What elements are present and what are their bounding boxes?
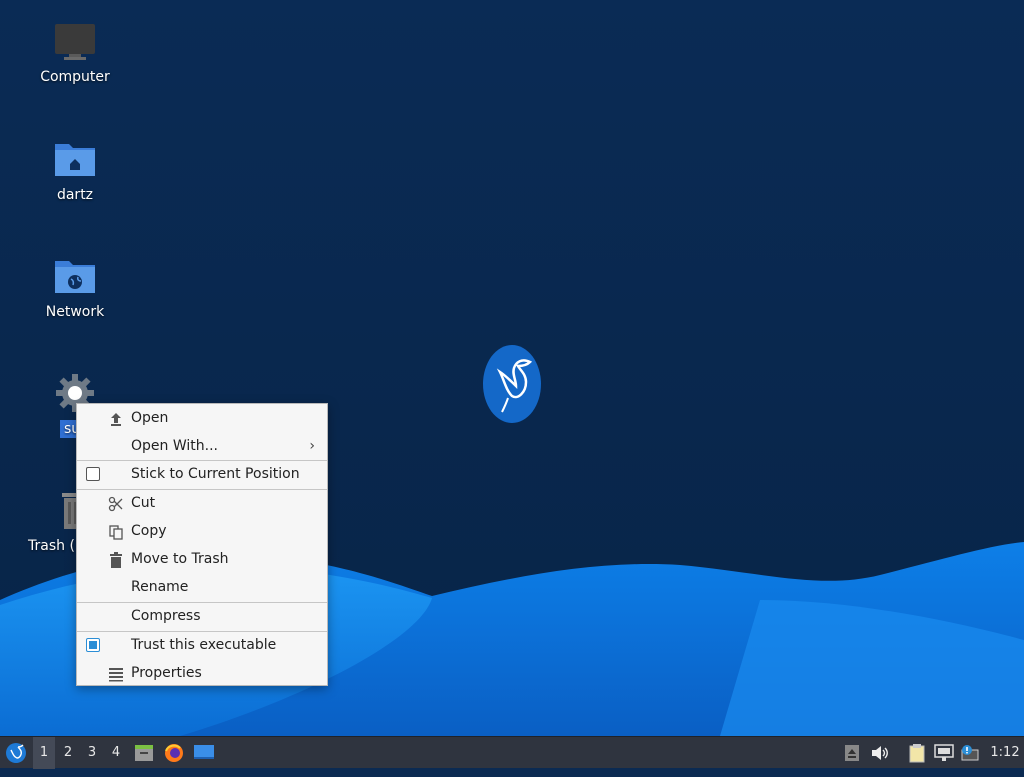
desktop-icon (194, 745, 214, 759)
network-folder-icon (55, 261, 95, 293)
menu-item-trust-executable[interactable]: Trust this executable (77, 632, 327, 659)
firefox-launcher[interactable] (162, 737, 186, 769)
speaker-icon (872, 746, 888, 760)
notification-icon (961, 745, 979, 761)
workspace-4[interactable]: 4 (105, 737, 127, 769)
volume-button[interactable] (868, 737, 892, 769)
menu-item-open-with[interactable]: Open With... › (77, 433, 327, 460)
upload-icon (111, 413, 121, 426)
menu-item-move-to-trash[interactable]: Move to Trash (77, 546, 327, 573)
menu-item-compress[interactable]: Compress (77, 603, 327, 630)
workspace-3[interactable]: 3 (81, 737, 103, 769)
list-icon (109, 668, 123, 682)
eject-tray-button[interactable] (842, 737, 862, 769)
firefox-icon (165, 744, 183, 762)
menu-item-label: Compress (131, 608, 201, 624)
trash-icon (110, 552, 122, 568)
menu-item-copy[interactable]: Copy (77, 518, 327, 545)
menu-item-label: Open (131, 410, 169, 426)
chevron-right-icon: › (309, 438, 315, 454)
menu-item-rename[interactable]: Rename (77, 574, 327, 601)
desktop-icon-label: Network (45, 304, 105, 320)
menu-item-label: Stick to Current Position (131, 466, 300, 482)
network-wired-icon (934, 744, 954, 761)
desktop-icon-label: Computer (40, 69, 110, 85)
menu-item-cut[interactable]: Cut (77, 490, 327, 517)
file-manager-launcher[interactable] (132, 737, 156, 769)
menu-item-label: Copy (131, 523, 167, 539)
menu-item-label: Rename (131, 579, 189, 595)
workspace-2[interactable]: 2 (57, 737, 79, 769)
distro-start-icon (6, 743, 26, 763)
desktop-icon-home[interactable]: dartz (20, 138, 130, 208)
desktop-icon-label: dartz (56, 187, 94, 203)
clock[interactable]: 1:12 (986, 737, 1024, 769)
menu-item-label: Move to Trash (131, 551, 229, 567)
checkbox-unchecked-icon (86, 467, 100, 481)
monitor-icon (55, 24, 95, 60)
desktop-icon-label: Trash ( (28, 538, 75, 554)
start-menu-button[interactable] (2, 737, 30, 769)
menu-item-open[interactable]: Open (77, 405, 327, 432)
clipboard-button[interactable] (906, 737, 928, 769)
menu-item-label: Cut (131, 495, 156, 511)
eject-icon (845, 745, 859, 761)
scissors-icon (108, 496, 123, 512)
home-folder-icon (55, 144, 95, 176)
file-manager-icon (135, 745, 153, 761)
menu-item-stick-position[interactable]: Stick to Current Position (77, 461, 327, 488)
desktop[interactable]: Computer dartz Network su Trash (Open O… (0, 0, 1024, 736)
notification-button[interactable] (958, 737, 982, 769)
workspace-1[interactable]: 1 (33, 737, 55, 769)
taskbar: 1 2 3 4 1:12 (0, 736, 1024, 769)
desktop-icon-computer[interactable]: Computer (20, 20, 130, 90)
show-desktop-launcher[interactable] (192, 737, 216, 769)
menu-item-label: Properties (131, 665, 202, 681)
menu-item-label: Trust this executable (131, 637, 277, 653)
distro-logo (482, 344, 542, 424)
desktop-icon-network[interactable]: Network (20, 255, 130, 325)
copy-icon (109, 525, 123, 540)
menu-item-label: Open With... (131, 438, 218, 454)
menu-item-properties[interactable]: Properties (77, 660, 327, 687)
checkbox-checked-icon (86, 638, 100, 652)
clipboard-icon (909, 744, 925, 763)
context-menu: Open Open With... › Stick to Current Pos… (76, 403, 328, 686)
network-button[interactable] (932, 737, 956, 769)
